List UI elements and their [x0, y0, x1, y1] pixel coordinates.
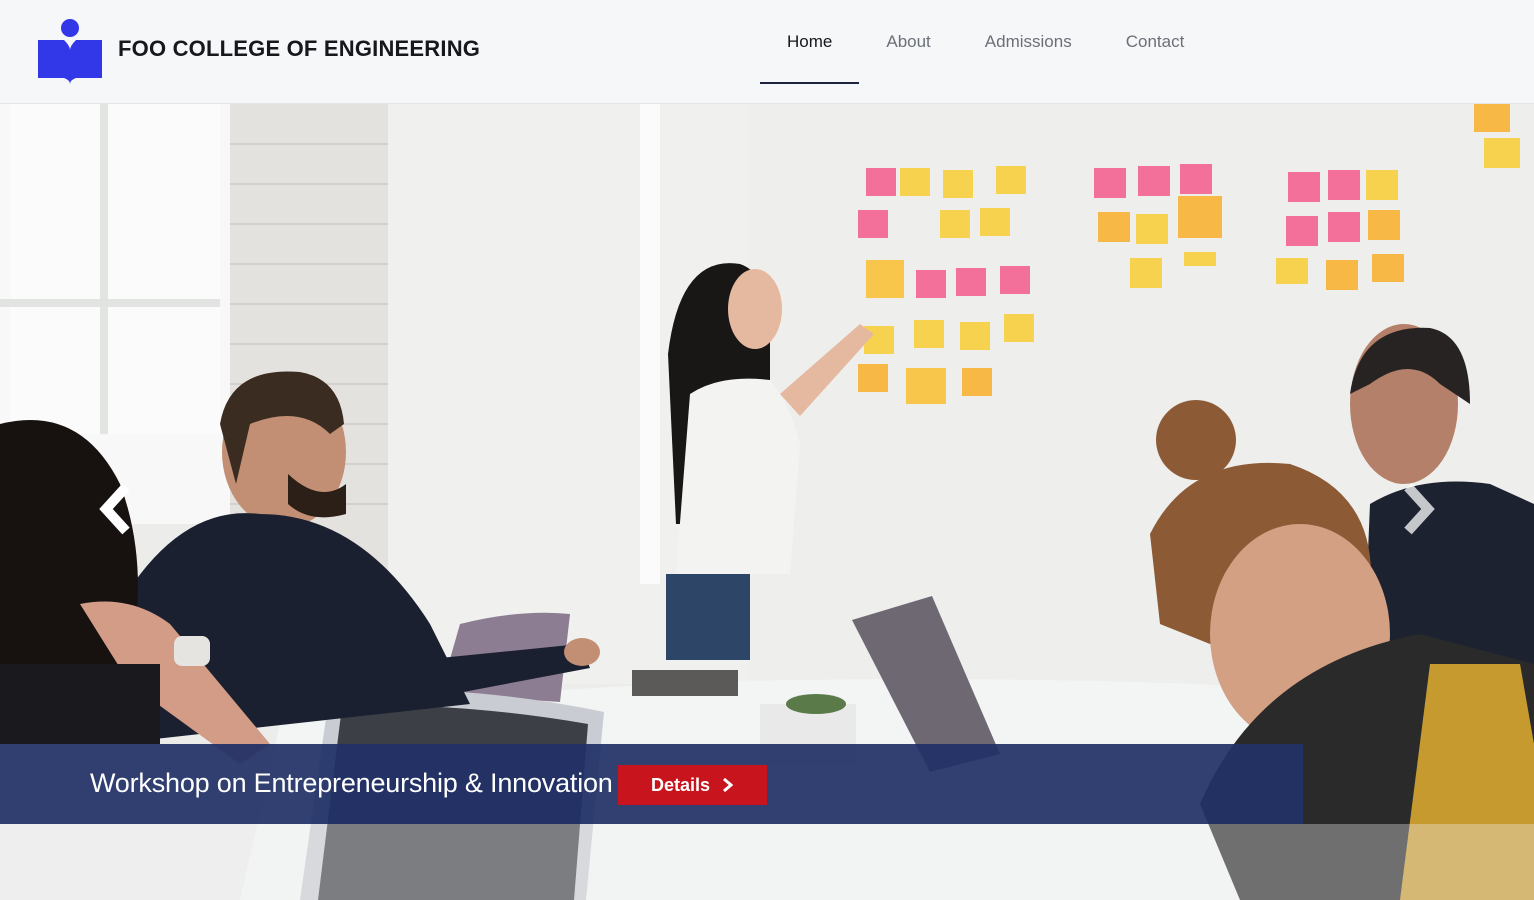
chevron-left-icon	[99, 483, 130, 535]
carousel-prev-button[interactable]	[86, 474, 146, 544]
details-button-label: Details	[650, 774, 711, 795]
chevron-right-icon	[1404, 483, 1435, 535]
site-header: FOO COLLEGE OF ENGINEERING Home About Ad…	[0, 0, 1534, 104]
nav-contact[interactable]: Contact	[1099, 0, 1212, 84]
nav-admissions[interactable]: Admissions	[958, 0, 1099, 84]
nav-home[interactable]: Home	[760, 0, 860, 84]
details-button[interactable]: Details	[618, 765, 767, 805]
nav-about[interactable]: About	[859, 0, 957, 84]
book-reader-icon[interactable]	[36, 18, 104, 84]
hero-carousel: Workshop on Entrepreneurship & Innovatio…	[0, 104, 1534, 900]
site-title[interactable]: FOO COLLEGE OF ENGINEERING	[118, 36, 480, 62]
carousel-next-button[interactable]	[1388, 474, 1448, 544]
chevron-right-icon	[723, 777, 734, 793]
slide-caption: Workshop on Entrepreneurship & Innovatio…	[0, 744, 1303, 824]
slide-caption-title: Workshop on Entrepreneurship & Innovatio…	[90, 768, 613, 798]
main-nav: Home About Admissions Contact	[760, 0, 1211, 104]
